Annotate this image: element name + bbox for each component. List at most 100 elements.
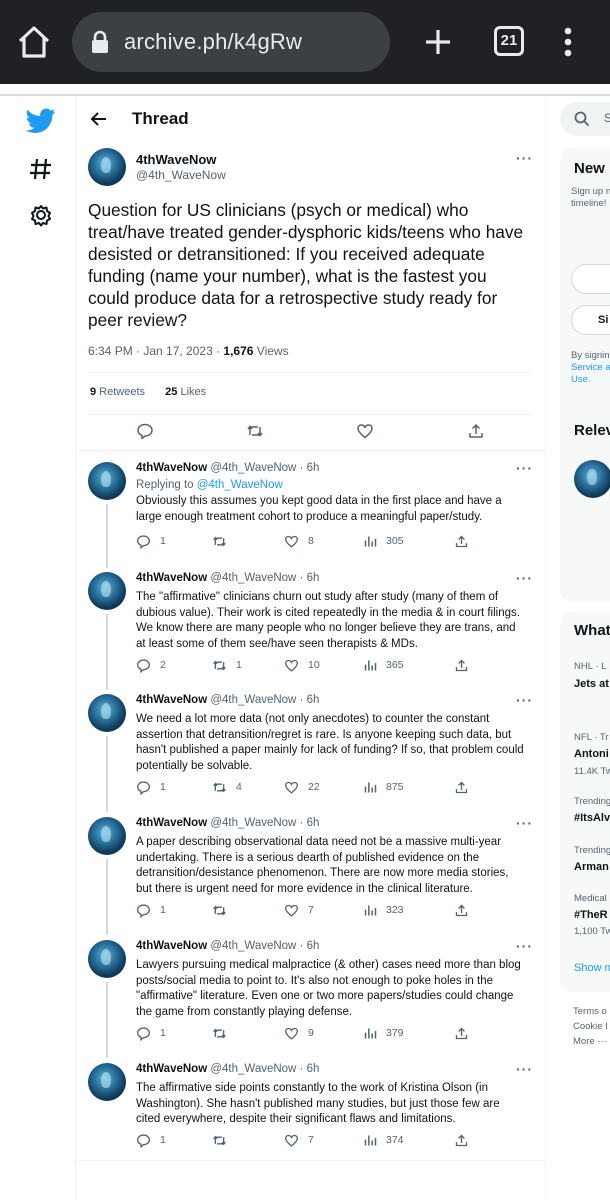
retweet-icon[interactable] — [246, 422, 264, 440]
address-bar[interactable]: archive.ph/k4gRw — [72, 12, 390, 72]
more-options-icon[interactable]: ··· — [516, 815, 533, 831]
tweet-actions: 1 8 305 — [136, 534, 516, 552]
replying-to: Replying to @4th_WaveNow — [136, 479, 283, 491]
retweet-icon[interactable] — [212, 903, 227, 918]
signup-apple-button[interactable]: Si — [571, 305, 610, 335]
avatar[interactable] — [88, 1063, 126, 1101]
share-icon[interactable] — [454, 1026, 469, 1041]
footer-link[interactable]: Cookie I — [573, 1021, 608, 1033]
avatar[interactable] — [88, 940, 126, 978]
reply-tweet[interactable]: 4thWaveNow @4th_WaveNow · 6h ··· We need… — [76, 692, 546, 814]
views-chart-icon[interactable] — [363, 1026, 378, 1041]
views-chart-icon[interactable] — [363, 534, 378, 549]
tweet-text: A paper describing observational data ne… — [136, 836, 509, 895]
author-name[interactable]: 4thWaveNow — [136, 817, 207, 829]
like-heart-icon[interactable] — [356, 422, 374, 440]
reply-icon[interactable] — [136, 534, 151, 550]
reply-tweet[interactable]: 4thWaveNow @4th_WaveNow · 6h ··· The "af… — [76, 570, 546, 692]
views-chart-icon[interactable] — [363, 780, 378, 795]
privacy-link[interactable]: Use. — [571, 374, 591, 386]
like-heart-icon[interactable] — [284, 780, 299, 795]
author-handle[interactable]: @4th_WaveNow · 6h — [207, 694, 319, 706]
views-chart-icon[interactable] — [363, 903, 378, 918]
like-heart-icon[interactable] — [284, 658, 299, 673]
reply-icon[interactable] — [136, 658, 151, 674]
more-options-icon[interactable]: ··· — [516, 570, 533, 586]
more-options-icon[interactable]: ··· — [516, 938, 533, 954]
reply-icon[interactable] — [136, 1026, 151, 1042]
author-handle[interactable]: @4th_WaveNow · 6h — [207, 1063, 319, 1075]
more-options-icon[interactable]: ··· — [516, 150, 533, 166]
author-name[interactable]: 4thWaveNow — [136, 152, 216, 167]
reply-icon[interactable] — [136, 903, 151, 919]
author-name[interactable]: 4thWaveNow — [136, 462, 207, 474]
like-heart-icon[interactable] — [284, 903, 299, 918]
reply-tweet[interactable]: 4thWaveNow @4th_WaveNow · 6h ··· The aff… — [76, 1061, 546, 1163]
avatar[interactable] — [88, 148, 126, 186]
explore-hashtag-icon[interactable] — [26, 154, 56, 184]
twitter-bird-icon[interactable] — [25, 108, 56, 138]
share-icon[interactable] — [454, 780, 469, 795]
reply-header: 4thWaveNow @4th_WaveNow · 6h — [136, 940, 319, 952]
more-options-icon[interactable]: ··· — [516, 460, 533, 476]
author-handle[interactable]: @4th_WaveNow · 6h — [207, 940, 319, 952]
retweet-icon[interactable] — [212, 534, 227, 549]
new-tab-icon[interactable] — [422, 26, 454, 58]
show-more-link[interactable]: Show m — [574, 962, 610, 974]
avatar[interactable] — [88, 462, 126, 500]
share-icon[interactable] — [454, 534, 469, 549]
author-handle[interactable]: @4th_WaveNow · 6h — [207, 572, 319, 584]
like-count: 8 — [308, 535, 314, 547]
divider — [76, 1160, 546, 1161]
retweet-icon[interactable] — [212, 1026, 227, 1041]
author-handle[interactable]: @4th_WaveNow — [136, 168, 226, 182]
mention-link[interactable]: @4th_WaveNow — [197, 479, 283, 491]
home-icon[interactable] — [14, 24, 54, 60]
retweet-icon[interactable] — [212, 1133, 227, 1148]
views-chart-icon[interactable] — [363, 1133, 378, 1148]
like-count: 7 — [308, 904, 314, 916]
overflow-menu-icon[interactable] — [556, 24, 580, 60]
retweet-icon[interactable] — [212, 658, 227, 673]
search-input[interactable]: S — [560, 102, 610, 136]
reply-tweet[interactable]: 4thWaveNow @4th_WaveNow · 6h ··· A paper… — [76, 815, 546, 937]
avatar[interactable] — [88, 572, 126, 610]
retweet-icon[interactable] — [212, 780, 227, 795]
more-options-icon[interactable]: ··· — [516, 692, 533, 708]
like-heart-icon[interactable] — [284, 1026, 299, 1041]
tweet-time[interactable]: 6:34 PM · Jan 17, 2023 · — [88, 344, 223, 358]
reply-tweet[interactable]: 4thWaveNow @4th_WaveNow · 6h ··· Lawyers… — [76, 938, 546, 1060]
settings-gear-icon[interactable] — [26, 200, 56, 230]
terms-link[interactable]: Service a — [571, 362, 610, 374]
avatar[interactable] — [574, 460, 610, 498]
reply-icon[interactable] — [136, 422, 154, 440]
author-name[interactable]: 4thWaveNow — [136, 694, 207, 706]
avatar[interactable] — [88, 694, 126, 732]
like-heart-icon[interactable] — [284, 1133, 299, 1148]
card-heading: What — [574, 622, 610, 639]
author-name[interactable]: 4thWaveNow — [136, 940, 207, 952]
like-heart-icon[interactable] — [284, 534, 299, 549]
views-chart-icon[interactable] — [363, 658, 378, 673]
author-name[interactable]: 4thWaveNow — [136, 572, 207, 584]
footer-link[interactable]: More ··· — [573, 1036, 607, 1048]
author-handle[interactable]: @4th_WaveNow · 6h — [207, 462, 319, 474]
reply-tweet[interactable]: 4thWaveNow @4th_WaveNow · 6h ··· Replyin… — [76, 460, 546, 570]
avatar[interactable] — [88, 817, 126, 855]
reply-icon[interactable] — [136, 1133, 151, 1149]
search-icon — [574, 111, 590, 132]
author-name[interactable]: 4thWaveNow — [136, 1063, 207, 1075]
share-icon[interactable] — [454, 903, 469, 918]
reply-icon[interactable] — [136, 780, 151, 796]
author-handle[interactable]: @4th_WaveNow · 6h — [207, 817, 319, 829]
footer-link[interactable]: Terms o — [573, 1006, 607, 1018]
share-icon[interactable] — [454, 658, 469, 673]
retweets-stat[interactable]: 9 Retweets — [90, 386, 145, 398]
share-icon[interactable] — [467, 422, 485, 440]
tab-switcher-button[interactable]: 21 — [494, 26, 524, 56]
back-arrow-icon[interactable] — [88, 108, 110, 130]
more-options-icon[interactable]: ··· — [516, 1061, 533, 1077]
likes-stat[interactable]: 25 Likes — [165, 386, 206, 398]
share-icon[interactable] — [454, 1133, 469, 1148]
signup-google-button[interactable] — [571, 264, 610, 294]
